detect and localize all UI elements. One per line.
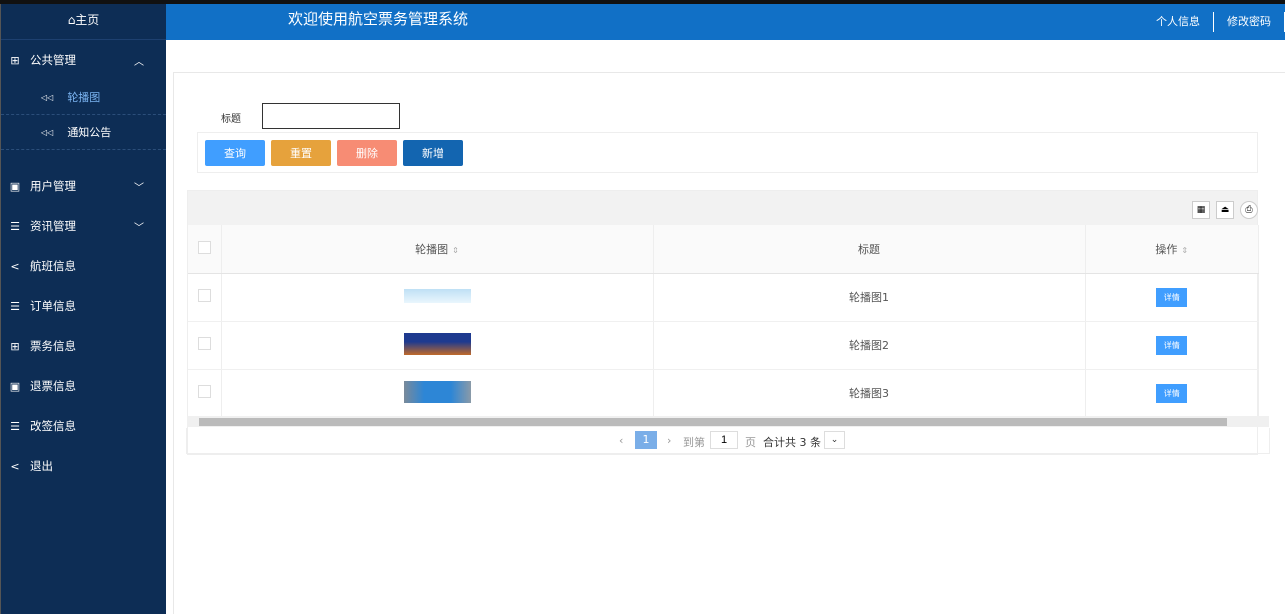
- row-checkbox[interactable]: [197, 289, 211, 302]
- carousel-thumbnail: [403, 332, 471, 355]
- carousel-thumbnail: [403, 380, 471, 403]
- change-password-link[interactable]: 修改密码: [1214, 12, 1285, 32]
- book-icon: ▣: [9, 179, 21, 193]
- total-count: 合计共 3 条: [763, 436, 821, 449]
- query-button[interactable]: 查询: [205, 140, 265, 166]
- menu-label: 改签信息: [30, 419, 76, 433]
- pagination: ‹ 1 › 到第 页 合计共 3 条 ⌄: [186, 428, 1270, 454]
- chevron-up-icon: ︿: [134, 56, 144, 68]
- row-title: 轮播图1: [653, 273, 1086, 322]
- menu-label: 退出: [30, 459, 53, 473]
- menu-news[interactable]: ☰ 资讯管理 ﹀: [1, 206, 166, 246]
- menu-tickets[interactable]: ⊞ 票务信息: [1, 326, 166, 366]
- horizontal-scrollbar[interactable]: [187, 416, 1269, 427]
- page-number[interactable]: 1: [635, 431, 657, 449]
- menu-label: 航班信息: [30, 259, 76, 273]
- rewind-icon: ◁◁: [41, 92, 54, 102]
- title-search-input[interactable]: [262, 103, 400, 129]
- row-checkbox[interactable]: [197, 337, 211, 350]
- menu-label: 用户管理: [30, 179, 76, 193]
- action-bar: 查询 重置 删除 新增: [197, 132, 1258, 173]
- column-header[interactable]: 轮播图 ⇕: [221, 225, 654, 274]
- column-header[interactable]: 操作 ⇕: [1085, 225, 1259, 274]
- row-checkbox[interactable]: [197, 385, 211, 398]
- book-icon: ▣: [9, 379, 21, 393]
- detail-button[interactable]: 详情: [1156, 383, 1188, 403]
- detail-button[interactable]: 详情: [1156, 335, 1188, 355]
- print-icon[interactable]: ⎙: [1240, 201, 1258, 219]
- header: 欢迎使用航空票务管理系统 个人信息 修改密码: [166, 4, 1285, 40]
- grid-icon: ⊞: [10, 339, 20, 353]
- select-all-checkbox[interactable]: [197, 240, 211, 254]
- export-icon[interactable]: ⏏: [1216, 201, 1234, 219]
- submenu-label: 通知公告: [67, 126, 112, 139]
- menu-logout[interactable]: < 退出: [1, 446, 166, 486]
- page-unit-label: 页: [745, 436, 756, 449]
- rewind-icon: ◁◁: [41, 127, 54, 137]
- menu-label: 票务信息: [30, 339, 76, 353]
- column-header: 标题: [653, 225, 1086, 274]
- columns-icon[interactable]: ▦: [1192, 201, 1210, 219]
- reset-button[interactable]: 重置: [271, 140, 331, 166]
- list-icon: ☰: [10, 219, 20, 233]
- sort-icon[interactable]: ⇕: [1181, 246, 1188, 255]
- chevron-down-icon: ﹀: [134, 222, 144, 234]
- menu-public[interactable]: ⊞ 公共管理 ︿: [1, 40, 166, 80]
- submenu-label: 轮播图: [67, 91, 101, 104]
- chevron-down-icon: ﹀: [134, 182, 144, 194]
- table-row: 轮播图3 详情: [188, 369, 1259, 418]
- grid-icon: ⊞: [10, 53, 20, 67]
- app-title: 欢迎使用航空票务管理系统: [288, 10, 469, 28]
- delete-button[interactable]: 删除: [337, 140, 397, 166]
- add-button[interactable]: 新增: [403, 140, 463, 166]
- title-label: 标题: [221, 114, 241, 125]
- table-row: 轮播图1 详情: [188, 273, 1259, 322]
- row-title: 轮播图2: [653, 321, 1086, 370]
- carousel-thumbnail: [403, 288, 471, 303]
- goto-page-input[interactable]: [710, 431, 738, 449]
- scrollbar-thumb[interactable]: [199, 418, 1227, 426]
- menu-label: 订单信息: [30, 299, 76, 313]
- menu-flights[interactable]: < 航班信息: [1, 246, 166, 286]
- profile-link[interactable]: 个人信息: [1143, 12, 1214, 32]
- menu-users[interactable]: ▣ 用户管理 ﹀: [1, 166, 166, 206]
- menu-changes[interactable]: ☰ 改签信息: [1, 406, 166, 446]
- menu-label: 退票信息: [30, 379, 76, 393]
- table-toolbar: ▦ ⏏ ⎙: [188, 191, 1258, 225]
- sidebar: ⌂主页 ⊞ 公共管理 ︿ ◁◁ 轮播图 ◁◁ 通知公告 ▣ 用户管理 ﹀ ☰ 资讯管理 ﹀ < 航…: [0, 4, 166, 614]
- goto-label: 到第: [683, 436, 705, 449]
- table-row: 轮播图2 详情: [188, 321, 1259, 370]
- share-icon: <: [10, 259, 20, 273]
- menu-orders[interactable]: ☰ 订单信息: [1, 286, 166, 326]
- menu-label: 资讯管理: [30, 219, 76, 233]
- content-panel: 标题 查询 重置 删除 新增 ▦ ⏏ ⎙ 轮播图 ⇕ 标题 操作 ⇕ 轮播图1 详情: [173, 72, 1285, 614]
- share-icon: <: [10, 459, 20, 473]
- home-link[interactable]: ⌂主页: [1, 4, 166, 40]
- next-page-button[interactable]: ›: [667, 434, 671, 447]
- page-size-select[interactable]: ⌄: [824, 431, 845, 449]
- list-icon: ☰: [10, 419, 20, 433]
- submenu-notice[interactable]: ◁◁ 通知公告: [1, 115, 166, 150]
- list-icon: ☰: [10, 299, 20, 313]
- submenu-carousel[interactable]: ◁◁ 轮播图: [1, 80, 166, 115]
- row-title: 轮播图3: [653, 369, 1086, 418]
- prev-page-button[interactable]: ‹: [619, 434, 623, 447]
- menu-label: 公共管理: [30, 53, 76, 67]
- menu-refunds[interactable]: ▣ 退票信息: [1, 366, 166, 406]
- detail-button[interactable]: 详情: [1156, 287, 1188, 307]
- sort-icon[interactable]: ⇕: [452, 246, 459, 255]
